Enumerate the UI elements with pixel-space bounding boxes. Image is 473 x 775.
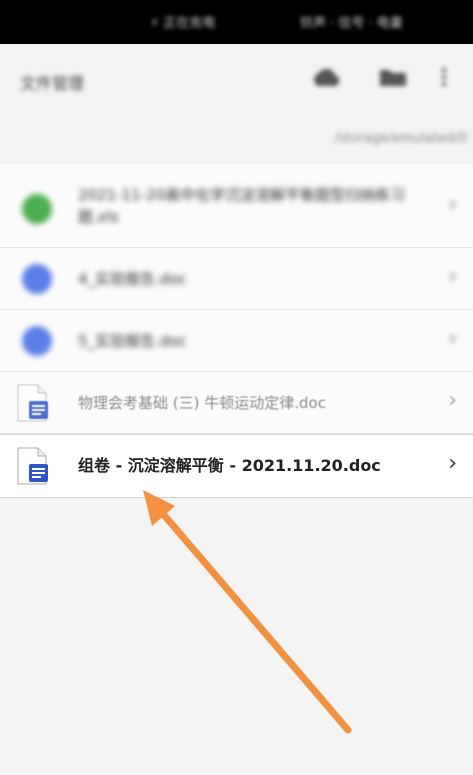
chevron-right-icon: › — [448, 388, 457, 413]
file-name: 组卷 - 沉淀溶解平衡 - 2021.11.20.doc — [78, 456, 381, 475]
file-row[interactable]: 2021-11-20高中化学沉淀溶解平衡题型归纳练习题.xls › — [0, 164, 473, 248]
word-document-icon — [16, 384, 50, 426]
folder-icon[interactable] — [378, 66, 408, 92]
path-breadcrumb: /storage/emulated/0 — [0, 116, 473, 164]
file-name: 5_实验报告.doc — [78, 332, 187, 350]
spreadsheet-file-icon — [22, 194, 52, 224]
word-document-icon — [16, 447, 50, 489]
app-bar: 文件管理 — [0, 44, 473, 116]
page-title: 文件管理 — [20, 74, 85, 93]
status-bar: ⚡ 正在充电 铃声 · 信号 · 电量 — [0, 0, 473, 44]
chevron-right-icon: › — [448, 192, 457, 217]
file-row[interactable]: 4_实验报告.doc › — [0, 248, 473, 310]
chevron-right-icon: › — [448, 264, 457, 289]
file-name: 4_实验报告.doc — [78, 270, 187, 288]
chevron-right-icon: › — [448, 451, 457, 476]
file-list: 2021-11-20高中化学沉淀溶解平衡题型归纳练习题.xls › 4_实验报告… — [0, 164, 473, 498]
file-row-selected[interactable]: 组卷 - 沉淀溶解平衡 - 2021.11.20.doc › — [0, 434, 473, 498]
path-text: /storage/emulated/0 — [334, 131, 467, 146]
cloud-icon[interactable] — [310, 66, 344, 92]
file-name: 2021-11-20高中化学沉淀溶解平衡题型归纳练习题.xls — [78, 186, 406, 226]
chevron-right-icon: › — [448, 326, 457, 351]
file-name: 物理会考基础 (三) 牛顿运动定律.doc — [78, 394, 326, 412]
status-right-text: 铃声 · 信号 · 电量 — [300, 16, 403, 31]
status-center-text: ⚡ 正在充电 — [150, 16, 216, 31]
file-row[interactable]: 5_实验报告.doc › — [0, 310, 473, 372]
document-file-icon — [22, 264, 52, 294]
file-row[interactable]: 物理会考基础 (三) 牛顿运动定律.doc › — [0, 372, 473, 434]
more-options-icon[interactable] — [440, 66, 448, 92]
document-file-icon — [22, 326, 52, 356]
